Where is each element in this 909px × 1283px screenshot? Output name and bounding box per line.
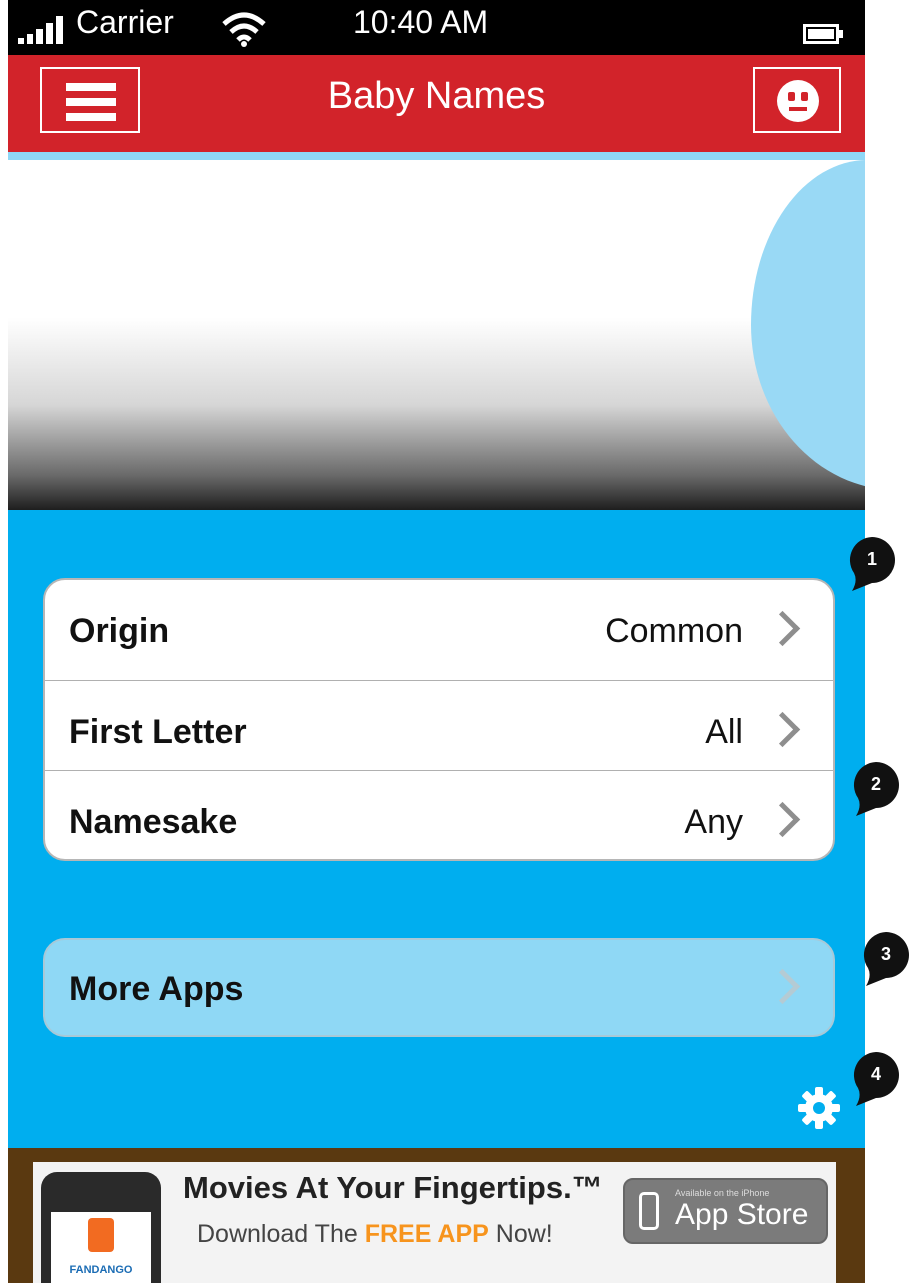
wifi-icon — [222, 12, 266, 47]
more-apps-label: More Apps — [69, 970, 244, 1008]
filter-label: Origin — [69, 612, 170, 650]
filter-row-namesake[interactable]: Namesake Any — [45, 770, 833, 859]
chevron-right-icon — [764, 610, 801, 647]
phone-screen: Carrier 10:40 AM Baby Names Origin Commo… — [8, 0, 865, 1283]
chevron-right-icon — [764, 711, 801, 748]
filter-value: Any — [684, 803, 743, 841]
phone-image: FANDANGO — [41, 1172, 161, 1283]
fandango-logo-icon — [88, 1218, 114, 1252]
status-bar: Carrier 10:40 AM — [8, 0, 865, 55]
app-store-badge[interactable]: Available on the iPhone App Store — [623, 1178, 828, 1244]
iphone-icon — [639, 1192, 659, 1230]
chevron-right-icon — [764, 968, 801, 1005]
fandango-brand: FANDANGO — [69, 1264, 133, 1276]
ad-banner[interactable]: FANDANGO Movies At Your Fingertips.™ Dow… — [8, 1148, 865, 1283]
nav-bar: Baby Names — [8, 55, 865, 152]
app-store-caption: Available on the iPhone — [675, 1188, 770, 1198]
smiley-face-icon — [777, 80, 819, 122]
ad-sub-highlight: FREE APP — [364, 1220, 489, 1248]
ad-headline: Movies At Your Fingertips.™ — [183, 1170, 603, 1205]
callout-3: 3 — [862, 930, 909, 990]
filter-label: First Letter — [69, 713, 247, 751]
nav-divider — [8, 152, 865, 160]
hero-shape — [751, 160, 865, 490]
clock: 10:40 AM — [353, 4, 489, 40]
ad-content: FANDANGO Movies At Your Fingertips.™ Dow… — [33, 1162, 836, 1283]
profile-button[interactable] — [753, 67, 841, 133]
more-apps-button[interactable]: More Apps — [43, 938, 835, 1037]
filter-list: Origin Common First Letter All Namesake … — [43, 578, 835, 861]
hero-image — [8, 160, 865, 510]
callout-number: 2 — [870, 774, 881, 794]
battery-nub — [839, 30, 843, 38]
gear-icon[interactable] — [798, 1087, 840, 1129]
battery-icon — [803, 24, 839, 44]
page-title: Baby Names — [327, 75, 546, 117]
callout-1: 1 — [848, 535, 908, 595]
phone-image-screen: FANDANGO — [51, 1212, 151, 1283]
filter-label: Namesake — [69, 803, 238, 841]
callout-4: 4 — [852, 1050, 909, 1110]
smiley-mouth — [789, 107, 807, 111]
filter-row-first-letter[interactable]: First Letter All — [45, 680, 833, 782]
signal-strength-icon — [18, 16, 63, 44]
smiley-eye — [801, 92, 808, 101]
ad-subtext: Download The FREE APP Now! — [197, 1220, 553, 1249]
smiley-eye — [788, 92, 795, 101]
callout-number: 1 — [866, 549, 877, 569]
filter-value: Common — [605, 612, 743, 650]
filter-value: All — [705, 713, 743, 751]
callout-number: 4 — [870, 1064, 881, 1084]
chevron-right-icon — [764, 801, 801, 838]
app-store-label: App Store — [675, 1198, 809, 1231]
carrier-label: Carrier — [76, 4, 174, 40]
ad-sub-prefix: Download The — [197, 1220, 365, 1248]
ad-sub-suffix: Now! — [488, 1220, 553, 1248]
filter-row-origin[interactable]: Origin Common — [45, 580, 833, 681]
callout-number: 3 — [880, 944, 891, 964]
callout-2: 2 — [852, 760, 909, 820]
